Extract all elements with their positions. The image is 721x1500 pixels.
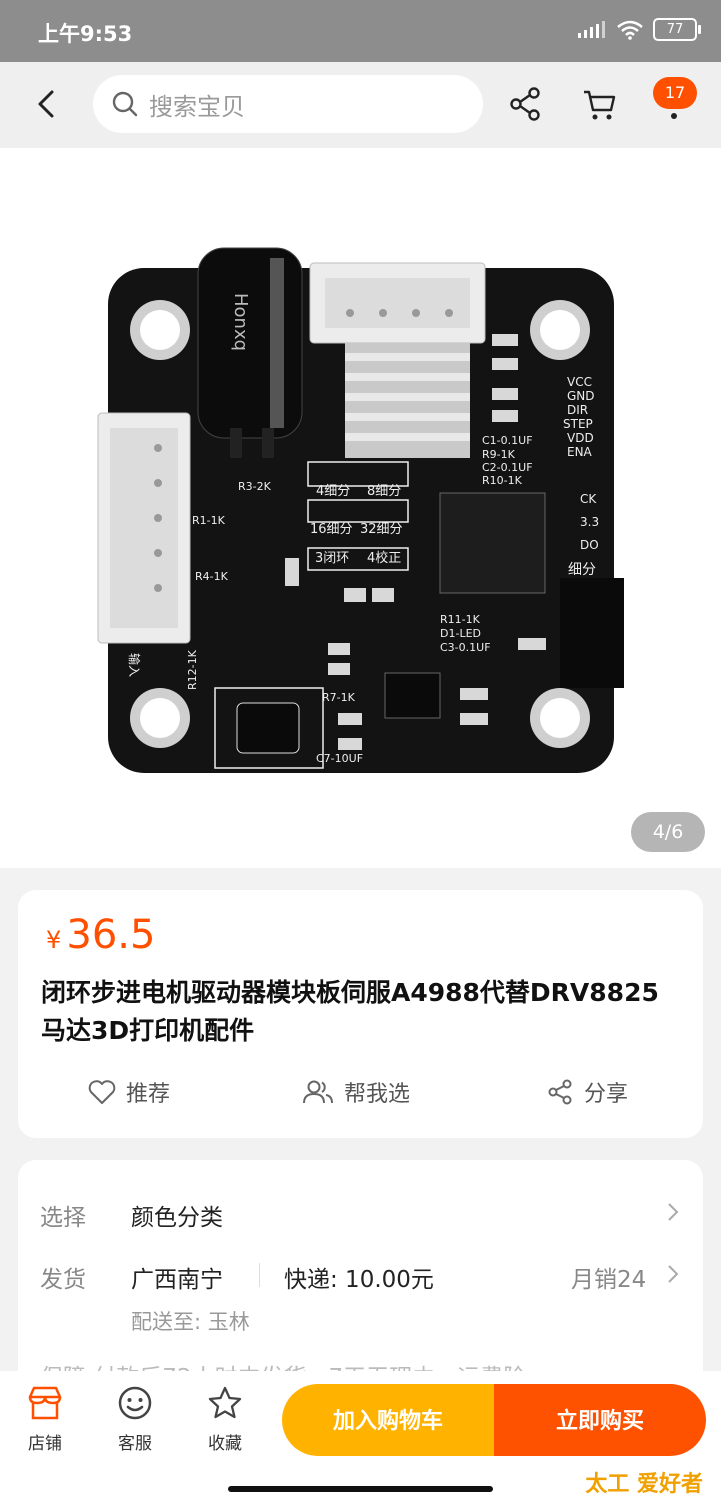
ship-label: 发货 [40, 1267, 86, 1293]
share-icon [548, 1079, 572, 1105]
svg-text:D1-LED: D1-LED [440, 627, 481, 640]
status-time: 上午9:53 [38, 22, 133, 46]
search-icon [112, 91, 138, 117]
recommend-button[interactable]: 推荐 [88, 1076, 170, 1108]
status-icons: 77 [577, 18, 701, 41]
svg-text:16细分: 16细分 [310, 522, 353, 537]
svg-text:R7-1K: R7-1K [322, 691, 356, 704]
svg-text:32细分: 32细分 [360, 522, 403, 537]
svg-text:GND: GND [567, 389, 595, 403]
ship-origin: 广西南宁 [131, 1267, 223, 1293]
svg-text:DO: DO [580, 538, 599, 552]
svg-text:C2-0.1UF: C2-0.1UF [482, 461, 533, 474]
svg-text:C3-0.1UF: C3-0.1UF [440, 641, 491, 654]
svg-text:STEP: STEP [563, 417, 593, 431]
add-to-cart-button[interactable]: 加入购物车 [282, 1384, 494, 1456]
svg-text:DIR: DIR [567, 403, 588, 417]
home-indicator [228, 1486, 493, 1492]
customer-service-button[interactable]: 客服 [105, 1385, 165, 1454]
help-choose-button[interactable]: 帮我选 [302, 1076, 410, 1108]
store-label: 店铺 [28, 1434, 62, 1454]
share-label: 分享 [584, 1082, 629, 1107]
people-icon [303, 1080, 333, 1104]
cart-count-badge[interactable]: 17 [653, 77, 697, 109]
svg-text:R11-1K: R11-1K [440, 613, 481, 626]
svg-text:3.3: 3.3 [580, 515, 599, 529]
signal-icon [578, 20, 605, 38]
help-choose-label: 帮我选 [344, 1082, 411, 1107]
divider [259, 1263, 260, 1287]
price-value: 36.5 [66, 912, 156, 958]
nav-bar: 搜索宝贝 17 [0, 62, 721, 148]
status-bar: 上午9:53 77 [0, 0, 721, 62]
choose-value: 颜色分类 [131, 1205, 223, 1231]
ship-fee: 快递: 10.00元 [284, 1267, 434, 1293]
product-actions: 推荐 帮我选 分享 [18, 1076, 703, 1116]
svg-text:R3-2K: R3-2K [238, 480, 272, 493]
svg-text:R12-1K: R12-1K [186, 649, 199, 690]
product-image: Honxq VCC GND DIR STEP VDD ENA CK 3.3 DO… [97, 247, 624, 773]
product-gallery[interactable]: Honxq VCC GND DIR STEP VDD ENA CK 3.3 DO… [0, 148, 721, 868]
favorite-label: 收藏 [208, 1434, 242, 1454]
svg-text:R10-1K: R10-1K [482, 474, 523, 487]
svg-text:ENA: ENA [567, 445, 593, 459]
store-icon [28, 1386, 62, 1420]
svg-text:细分: 细分 [568, 562, 596, 578]
svg-text:输入: 输入 [127, 653, 142, 677]
price-card: ¥ 36.5 闭环步进电机驱动器模块板伺服A4988代替DRV8825马达3D打… [18, 890, 703, 1138]
svg-text:4校正: 4校正 [367, 550, 401, 566]
watermark-logo: 太工 爱好者 [585, 1472, 703, 1497]
svg-text:R9-1K: R9-1K [482, 448, 516, 461]
photo-counter: 4/6 [631, 812, 705, 852]
svg-text:VCC: VCC [567, 375, 592, 389]
price: ¥ 36.5 [46, 912, 155, 958]
monthly-sales: 月销24 [571, 1267, 647, 1293]
service-label: 客服 [118, 1434, 152, 1454]
bottom-action-bar: 店铺 客服 收藏 加入购物车 立即购买 太工 爱好者 [0, 1371, 721, 1500]
currency-symbol: ¥ [46, 926, 62, 954]
search-placeholder: 搜索宝贝 [149, 92, 245, 121]
back-icon[interactable] [28, 84, 68, 124]
star-icon [208, 1386, 242, 1419]
recommend-label: 推荐 [126, 1082, 171, 1107]
svg-text:C1-0.1UF: C1-0.1UF [482, 434, 533, 447]
more-icon[interactable] [671, 113, 677, 119]
svg-text:R1-1K: R1-1K [192, 514, 226, 527]
search-input[interactable]: 搜索宝贝 [93, 75, 483, 133]
deliver-to: 配送至: 玉林 [131, 1310, 250, 1334]
svg-text:VDD: VDD [567, 431, 594, 445]
share-icon[interactable] [506, 84, 546, 124]
cart-icon[interactable] [580, 84, 620, 124]
svg-text:3闭环: 3闭环 [315, 551, 349, 566]
battery-indicator: 77 [653, 18, 701, 41]
favorite-button[interactable]: 收藏 [195, 1385, 255, 1454]
svg-text:R4-1K: R4-1K [195, 570, 229, 583]
wifi-icon [617, 20, 643, 40]
svg-text:CK: CK [580, 492, 597, 506]
service-icon [118, 1386, 152, 1420]
product-title: 闭环步进电机驱动器模块板伺服A4988代替DRV8825马达3D打印机配件 [41, 978, 659, 1045]
buy-now-button[interactable]: 立即购买 [494, 1384, 706, 1456]
chevron-right-icon [668, 1265, 679, 1283]
svg-text:Honxq: Honxq [230, 293, 251, 351]
store-button[interactable]: 店铺 [15, 1385, 75, 1454]
share-button[interactable]: 分享 [546, 1076, 628, 1108]
chevron-right-icon [668, 1203, 679, 1221]
choose-label: 选择 [40, 1205, 86, 1231]
heart-icon [88, 1080, 116, 1104]
